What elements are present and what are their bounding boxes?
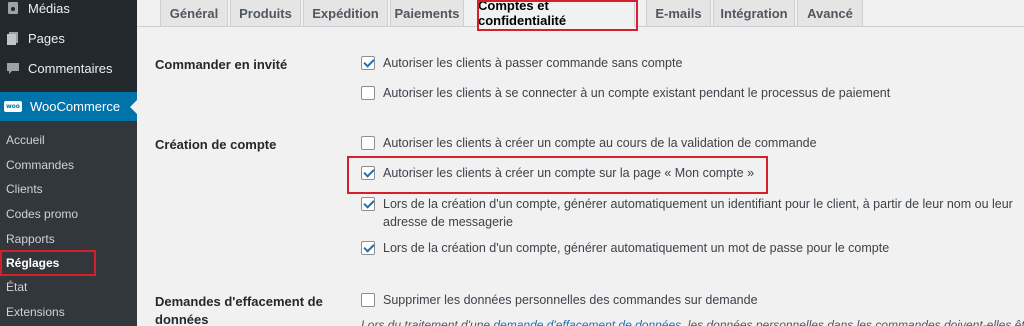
sidebar-item-pages[interactable]: Pages (0, 28, 137, 48)
submenu-item-accueil[interactable]: Accueil (6, 133, 45, 147)
submenu-item-extensions[interactable]: Extensions (6, 305, 65, 319)
submenu-item-rapports[interactable]: Rapports (6, 232, 55, 246)
submenu-item-clients[interactable]: Clients (6, 182, 43, 196)
sidebar-item-label: Médias (28, 0, 70, 16)
account-creation-label: Création de compte (155, 137, 277, 152)
option-label: Supprimer les données personnelles des c… (383, 293, 758, 307)
description-text: , les données personnelles dans les comm… (681, 318, 1024, 326)
sidebar-item-label: Commentaires (28, 60, 113, 76)
account-checkout-option[interactable]: Autoriser les clients à créer un compte … (361, 134, 1023, 152)
erasure-label: Demandes d'effacement de données (155, 294, 323, 326)
tab-comptes-confidentialite[interactable]: Comptes et confidentialité (477, 0, 635, 28)
admin-sidebar: Médias Pages Commentaires woo WooCommerc… (0, 0, 137, 326)
tab-general[interactable]: Général (160, 0, 228, 27)
option-label: Lors de la création d'un compte, générer… (383, 241, 890, 255)
option-label: Autoriser les clients à créer un compte … (383, 136, 817, 150)
guest-login-option[interactable]: Autoriser les clients à se connecter à u… (361, 84, 1023, 102)
guest-checkout-option[interactable]: Autoriser les clients à passer commande … (361, 54, 1023, 72)
sidebar-item-label: Pages (28, 30, 65, 46)
woocommerce-icon: woo (4, 101, 22, 112)
sidebar-item-medias[interactable]: Médias (0, 0, 137, 16)
submenu-item-codes-promo[interactable]: Codes promo (6, 207, 78, 221)
tab-paiements[interactable]: Paiements (390, 0, 464, 27)
checkbox-unchecked[interactable] (361, 86, 375, 100)
erasure-request-link[interactable]: demande d'effacement de données (493, 318, 681, 326)
woocommerce-submenu: Accueil Commandes Clients Codes promo Ra… (0, 121, 137, 326)
pages-icon (6, 31, 20, 45)
tab-integration[interactable]: Intégration (713, 0, 795, 27)
erasure-orders-option[interactable]: Supprimer les données personnelles des c… (361, 291, 1023, 309)
checkbox-checked[interactable] (361, 197, 375, 211)
checkbox-checked[interactable] (361, 241, 375, 255)
account-password-option[interactable]: Lors de la création d'un compte, générer… (361, 239, 1023, 257)
submenu-item-commandes[interactable]: Commandes (6, 158, 74, 172)
media-icon (6, 1, 20, 15)
checkbox-unchecked[interactable] (361, 293, 375, 307)
erasure-description: Lors du traitement d'une demande d'effac… (361, 318, 1024, 326)
checkbox-checked[interactable] (361, 166, 375, 180)
submenu-item-etat[interactable]: État (6, 280, 27, 294)
checkbox-checked[interactable] (361, 56, 375, 70)
description-text: Lors du traitement d'une (361, 318, 494, 326)
tab-expedition[interactable]: Expédition (303, 0, 388, 27)
option-label: Autoriser les clients à passer commande … (383, 56, 683, 70)
option-label: Autoriser les clients à créer un compte … (383, 166, 755, 180)
comments-icon (6, 61, 20, 75)
tab-emails[interactable]: E-mails (646, 0, 711, 27)
guest-checkout-label: Commander en invité (155, 57, 288, 72)
settings-tabs: Général Produits Expédition Paiements Co… (137, 0, 1024, 28)
account-myaccount-option[interactable]: Autoriser les clients à créer un compte … (361, 164, 1023, 182)
sidebar-item-comments[interactable]: Commentaires (0, 58, 137, 78)
tab-produits[interactable]: Produits (230, 0, 301, 27)
account-username-option[interactable]: Lors de la création d'un compte, générer… (361, 195, 1023, 231)
submenu-item-reglages[interactable]: Réglages (6, 256, 59, 270)
option-label: Autoriser les clients à se connecter à u… (383, 86, 891, 100)
sidebar-item-label: WooCommerce (30, 99, 121, 114)
sidebar-item-woocommerce[interactable]: woo WooCommerce (0, 92, 137, 121)
tab-avance[interactable]: Avancé (797, 0, 863, 27)
option-label: Lors de la création d'un compte, générer… (383, 197, 1013, 229)
checkbox-unchecked[interactable] (361, 136, 375, 150)
